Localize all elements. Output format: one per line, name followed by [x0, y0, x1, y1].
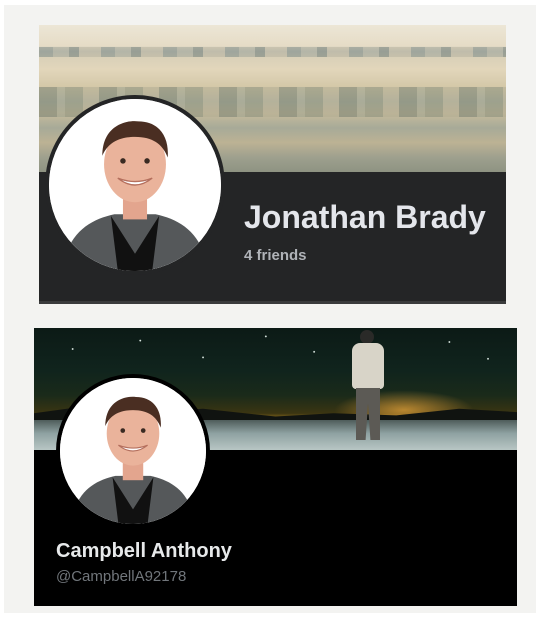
- profile-card-x: Campbell Anthony @CampbellA92178: [34, 328, 517, 606]
- avatar-photo: [60, 378, 206, 524]
- display-name[interactable]: Campbell Anthony: [56, 540, 232, 563]
- friends-count[interactable]: 4 friends: [244, 247, 307, 264]
- profile-card-facebook: Jonathan Brady 4 friends: [39, 25, 506, 304]
- profile-avatar[interactable]: [45, 95, 225, 275]
- profile-name[interactable]: Jonathan Brady: [244, 199, 486, 236]
- divider: [39, 301, 506, 304]
- standing-person: [344, 330, 394, 446]
- profile-avatar[interactable]: [56, 374, 210, 528]
- person-portrait-icon: [60, 378, 206, 524]
- avatar-photo: [49, 99, 221, 271]
- person-portrait-icon: [49, 99, 221, 271]
- username-handle[interactable]: @CampbellA92178: [56, 568, 186, 585]
